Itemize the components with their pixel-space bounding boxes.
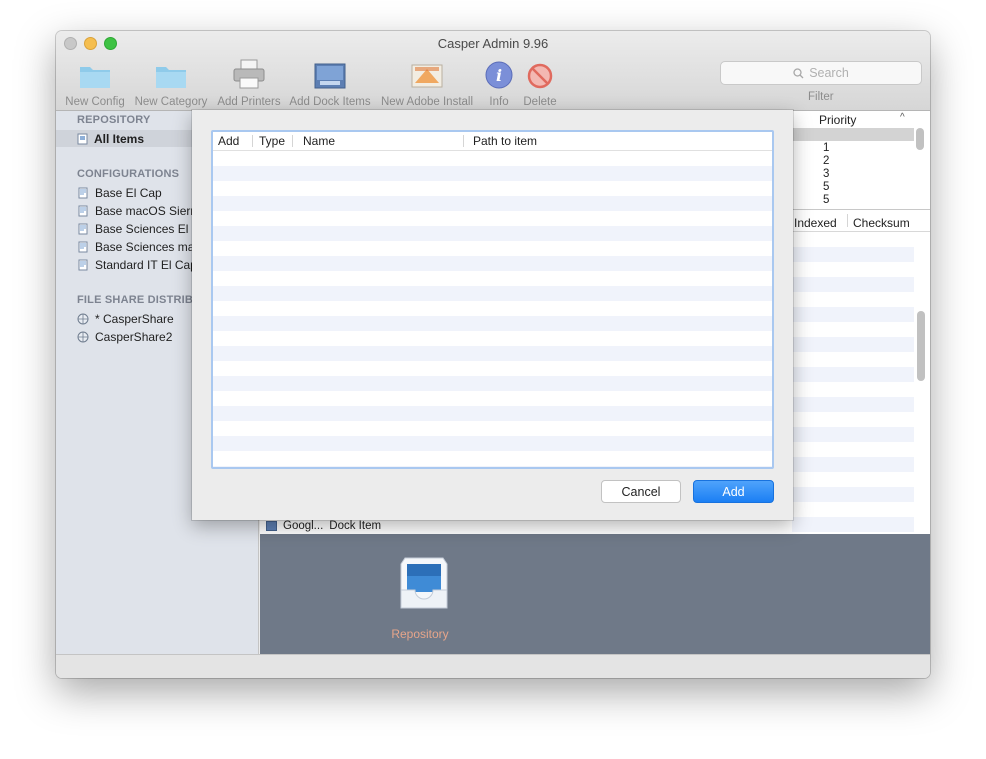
scrollbar-thumb[interactable] [917, 311, 925, 381]
sidebar-item-file-share[interactable]: CasperShare2 [77, 328, 172, 345]
column-header-add[interactable]: Add [218, 134, 239, 148]
sidebar-item-configuration[interactable]: Base Sciences El C [77, 220, 200, 237]
items-table[interactable]: Add Type Name Path to item [211, 130, 774, 469]
folder-icon [132, 59, 210, 89]
add-button[interactable]: Add [693, 480, 774, 503]
add-dock-items-button[interactable]: Add Dock Items [288, 59, 372, 108]
indexed-checksum-header: Indexed Checksum [792, 211, 930, 232]
sidebar-item-configuration[interactable]: Base El Cap [77, 184, 162, 201]
sort-ascending-icon: ^ [900, 112, 905, 123]
repository-icon[interactable] [397, 554, 451, 614]
repository-view: Repository [260, 534, 930, 654]
adobe-installer-icon [378, 59, 476, 89]
new-config-button[interactable]: New Config [64, 59, 126, 108]
sidebar-heading-file-share: FILE SHARE DISTRIB [77, 294, 194, 306]
folder-icon [64, 59, 126, 89]
configuration-icon [78, 241, 88, 252]
info-button[interactable]: i Info [482, 59, 516, 108]
globe-icon [77, 313, 89, 324]
all-items-icon [77, 133, 88, 144]
add-items-sheet: Add Type Name Path to item Cancel Add [192, 110, 793, 520]
sidebar-item-configuration[interactable]: Standard IT El Cap [77, 256, 197, 273]
column-separator [847, 214, 848, 227]
table-row[interactable]: Googl... Dock Item [266, 518, 381, 533]
add-printers-button[interactable]: Add Printers [215, 59, 283, 108]
column-header-name[interactable]: Name [303, 134, 335, 148]
table-rows-background [213, 151, 772, 467]
window-title: Casper Admin 9.96 [437, 36, 549, 51]
printer-icon [215, 59, 283, 89]
configuration-icon [78, 259, 88, 270]
globe-icon [77, 331, 89, 342]
column-header-type[interactable]: Type [259, 134, 285, 148]
column-separator [252, 135, 253, 147]
sidebar-item-configuration[interactable]: Base macOS Sierra [77, 202, 201, 219]
search-placeholder: Search [809, 66, 849, 80]
configuration-icon [78, 205, 88, 216]
new-category-button[interactable]: New Category [132, 59, 210, 108]
dock-item-icon [266, 520, 277, 531]
delete-icon [521, 59, 559, 89]
dock-icon [288, 59, 372, 89]
search-field[interactable]: Search [720, 61, 922, 85]
new-adobe-install-button[interactable]: New Adobe Install [378, 59, 476, 108]
sidebar-heading-repository: REPOSITORY [77, 114, 151, 126]
priority-values: 1 2 3 5 5 [823, 142, 830, 206]
column-header-path[interactable]: Path to item [473, 134, 537, 148]
repository-label: Repository [391, 627, 449, 641]
sidebar-item-configuration[interactable]: Base Sciences mac [77, 238, 200, 255]
search-icon [793, 67, 804, 78]
sidebar-heading-configurations: CONFIGURATIONS [77, 168, 180, 180]
sidebar-item-all-items[interactable]: All Items [77, 130, 144, 147]
title-bar: Casper Admin 9.96 New Config New Categor… [56, 31, 930, 111]
cancel-button[interactable]: Cancel [601, 480, 681, 503]
configuration-icon [78, 187, 88, 198]
scrollbar-thumb[interactable] [916, 128, 924, 150]
delete-button[interactable]: Delete [521, 59, 559, 108]
table-rows-background [792, 232, 914, 534]
filter-label: Filter [808, 91, 834, 103]
checksum-column-header[interactable]: Checksum [853, 216, 910, 230]
column-separator [292, 135, 293, 147]
svg-text:i: i [496, 66, 502, 85]
indexed-column-header[interactable]: Indexed [794, 216, 837, 230]
sidebar-item-file-share[interactable]: * CasperShare [77, 310, 174, 327]
status-bar [56, 654, 930, 678]
info-icon: i [482, 59, 516, 89]
configuration-icon [78, 223, 88, 234]
selected-row-highlight [792, 128, 914, 141]
column-separator [463, 135, 464, 147]
table-header: Add Type Name Path to item [213, 132, 772, 151]
